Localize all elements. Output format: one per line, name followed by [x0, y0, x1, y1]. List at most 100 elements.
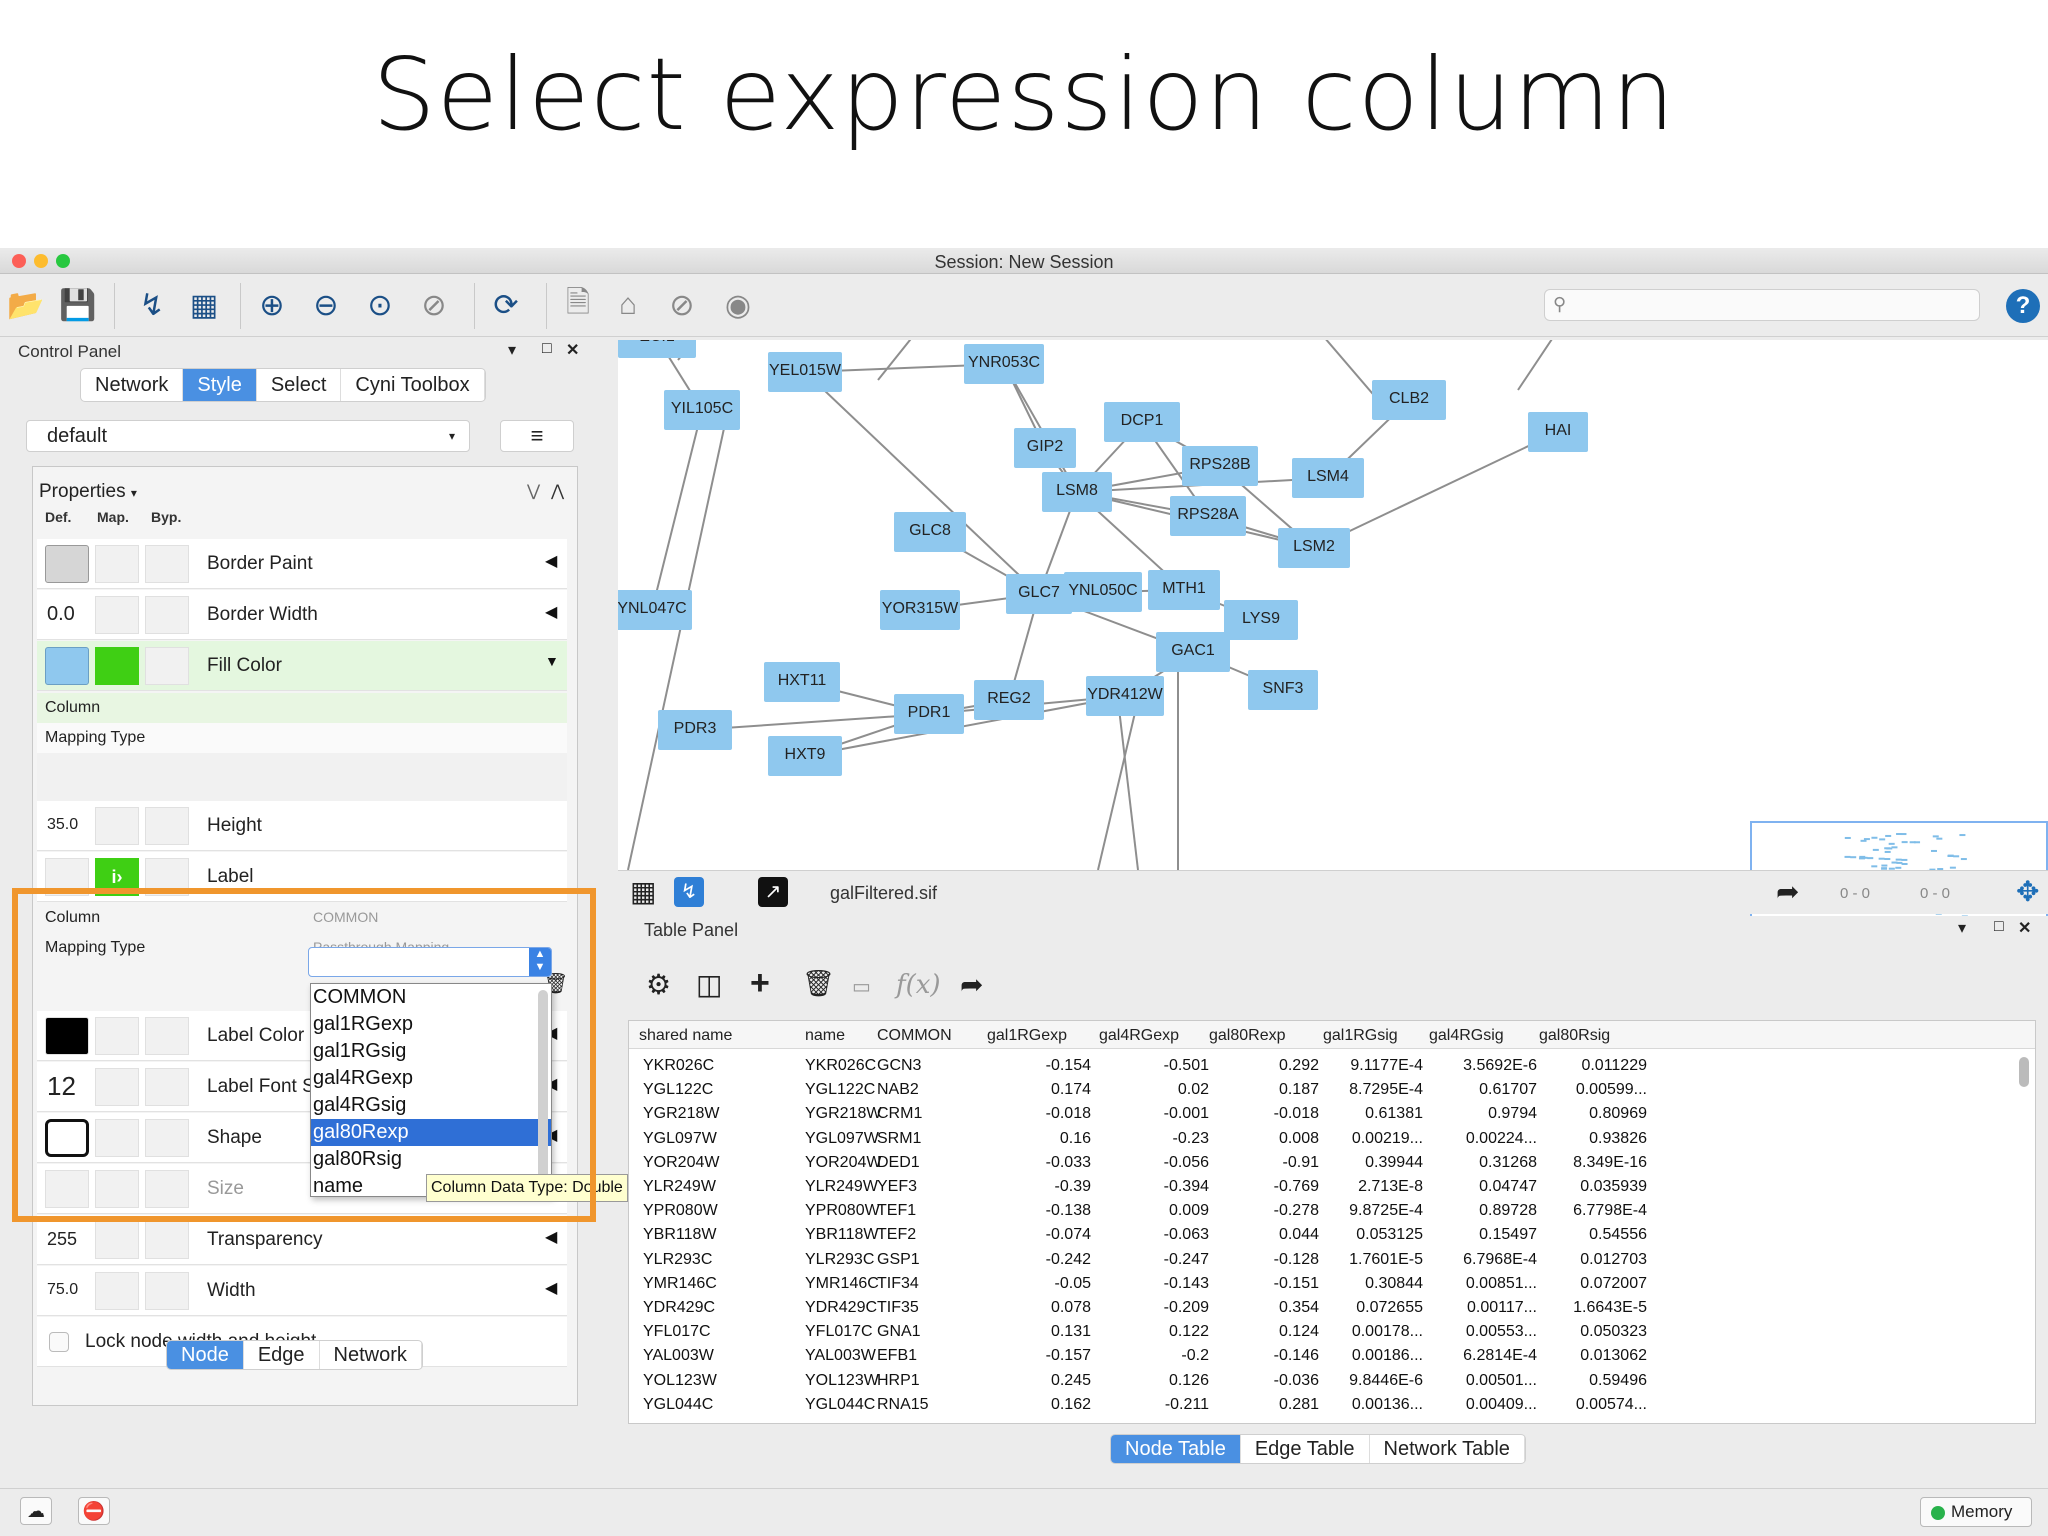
table-cell[interactable]: TEF2 — [877, 1226, 916, 1244]
table-cell[interactable]: 0.009 — [1099, 1202, 1209, 1220]
panel-menu-icon[interactable]: ▾ — [508, 340, 516, 360]
height-bypass-cell[interactable] — [145, 807, 189, 845]
table-cell[interactable]: 0.00851... — [1429, 1275, 1537, 1293]
table-cell[interactable]: 0.174 — [987, 1081, 1091, 1099]
table-row[interactable]: YBR118W YBR118W TEF2 -0.074 -0.063 0.044 0.053… — [629, 1224, 2035, 1248]
table-cell[interactable]: 0.16 — [987, 1130, 1091, 1148]
property-row-label[interactable]: i› Label — [37, 852, 567, 902]
transparency-default[interactable]: 255 — [47, 1229, 77, 1250]
table-cell[interactable]: 8.349E-16 — [1539, 1154, 1647, 1172]
save-icon[interactable]: 💾 — [56, 283, 100, 327]
table-cell[interactable]: 0.245 — [987, 1372, 1091, 1390]
label-font-size-mapping-cell[interactable] — [95, 1068, 139, 1106]
network-node[interactable]: GLC7 — [1006, 574, 1072, 614]
table-cell[interactable]: 6.7798E-4 — [1539, 1202, 1647, 1220]
shape-default-swatch[interactable] — [45, 1119, 89, 1157]
column-header[interactable]: shared name — [639, 1027, 732, 1045]
table-cell[interactable]: 3.5692E-6 — [1429, 1057, 1537, 1075]
table-cell[interactable]: 1.7601E-5 — [1323, 1251, 1423, 1269]
property-row-fill-color[interactable]: Fill Color ▼ — [37, 641, 567, 691]
network-node[interactable]: SNF3 — [1248, 670, 1318, 710]
table-cell[interactable]: 0.04747 — [1429, 1178, 1537, 1196]
table-cell[interactable]: -0.278 — [1209, 1202, 1319, 1220]
table-row[interactable]: YLR293C YLR293C GSP1 -0.242 -0.247 -0.128 1.76… — [629, 1249, 2035, 1273]
column-visibility-icon[interactable]: ◫ — [696, 968, 722, 1001]
table-cell[interactable]: YBR118W — [643, 1226, 717, 1244]
table-cell[interactable]: YAL003W — [805, 1347, 876, 1365]
new-network-icon[interactable]: 🗎 — [556, 283, 600, 327]
table-cell[interactable]: GNA1 — [877, 1323, 921, 1341]
table-cell[interactable]: 0.31268 — [1429, 1154, 1537, 1172]
property-row-transparency[interactable]: 255 Transparency ◀ — [37, 1215, 567, 1265]
network-node[interactable]: LYS9 — [1224, 600, 1298, 640]
table-cell[interactable]: 0.61381 — [1323, 1105, 1423, 1123]
table-cell[interactable]: 0.131 — [987, 1323, 1091, 1341]
panel-menu-icon[interactable]: ▾ — [1958, 918, 1966, 938]
table-cell[interactable]: YGL122C — [643, 1081, 713, 1099]
table-cell[interactable]: 6.2814E-4 — [1429, 1347, 1537, 1365]
table-cell[interactable]: -0.394 — [1099, 1178, 1209, 1196]
label-default-cell[interactable] — [45, 858, 89, 896]
table-cell[interactable]: -0.138 — [987, 1202, 1091, 1220]
float-panel-icon[interactable]: □ — [1994, 918, 2004, 936]
table-cell[interactable]: YFL017C — [805, 1323, 873, 1341]
zoom-selected-icon[interactable]: ⊘ — [412, 283, 456, 327]
table-cell[interactable]: 2.713E-8 — [1323, 1178, 1423, 1196]
table-cell[interactable]: YLR249W — [805, 1178, 878, 1196]
help-icon[interactable]: ? — [2006, 289, 2040, 323]
table-cell[interactable]: YDR429C — [805, 1299, 877, 1317]
network-node[interactable]: GIP2 — [1014, 428, 1076, 468]
table-cell[interactable]: 0.050323 — [1539, 1323, 1647, 1341]
width-bypass-cell[interactable] — [145, 1272, 189, 1310]
table-cell[interactable]: YGL044C — [805, 1396, 875, 1414]
table-cell[interactable]: YGR218W — [805, 1105, 881, 1123]
table-row[interactable]: YAL003W YAL003W EFB1 -0.157 -0.2 -0.146 0.0018… — [629, 1345, 2035, 1369]
table-cell[interactable]: YDR429C — [643, 1299, 715, 1317]
table-cell[interactable]: -0.2 — [1099, 1347, 1209, 1365]
fill-color-mapping-swatch[interactable] — [95, 647, 139, 685]
network-node[interactable]: YNL047C — [618, 590, 692, 630]
table-row[interactable]: YOR204W YOR204W DED1 -0.033 -0.056 -0.91 0.399… — [629, 1152, 2035, 1176]
table-cell[interactable]: 0.00178... — [1323, 1323, 1423, 1341]
cloud-icon[interactable]: ☁ — [20, 1497, 52, 1525]
border-width-default[interactable]: 0.0 — [47, 603, 75, 626]
property-row-border-width[interactable]: 0.0 Border Width ◀ — [37, 590, 567, 640]
tab-edge[interactable]: Edge — [244, 1341, 320, 1369]
refresh-icon[interactable]: ⟳ — [484, 283, 528, 327]
passthrough-mapping-icon[interactable]: i› — [95, 858, 139, 896]
table-cell[interactable]: YGL097W — [805, 1130, 879, 1148]
network-node[interactable]: YNR053C — [964, 344, 1044, 384]
tab-select[interactable]: Select — [257, 369, 342, 401]
link-icon[interactable]: ▭ — [852, 974, 871, 999]
column-header[interactable]: gal4RGexp — [1099, 1027, 1179, 1045]
table-row[interactable]: YGL044C YGL044C RNA15 0.162 -0.211 0.281 0.001… — [629, 1394, 2035, 1418]
tab-style[interactable]: Style — [183, 369, 257, 401]
table-cell[interactable]: 0.9794 — [1429, 1105, 1537, 1123]
import-table-icon[interactable]: ▦ — [182, 283, 226, 327]
table-cell[interactable]: YBR118W — [805, 1226, 879, 1244]
label-bypass-cell[interactable] — [145, 858, 189, 896]
tab-network-style[interactable]: Network — [320, 1341, 422, 1369]
table-cell[interactable]: YPR080W — [643, 1202, 718, 1220]
table-cell[interactable]: NAB2 — [877, 1081, 919, 1099]
table-row[interactable]: YOL123W YOL123W HRP1 0.245 0.126 -0.036 9.8446… — [629, 1370, 2035, 1394]
table-cell[interactable]: -0.209 — [1099, 1299, 1209, 1317]
network-view-icon[interactable]: ↯ — [674, 877, 704, 907]
table-cell[interactable]: -0.23 — [1099, 1130, 1209, 1148]
table-cell[interactable]: 0.078 — [987, 1299, 1091, 1317]
network-node[interactable]: PDR3 — [658, 710, 732, 750]
table-cell[interactable]: YKR026C — [643, 1057, 714, 1075]
border-paint-mapping-cell[interactable] — [95, 545, 139, 583]
table-cell[interactable]: 0.00553... — [1429, 1323, 1537, 1341]
tab-edge-table[interactable]: Edge Table — [1241, 1435, 1370, 1463]
close-panel-icon[interactable]: ✕ — [2018, 918, 2031, 938]
detach-view-icon[interactable]: ↗ — [758, 877, 788, 907]
table-cell[interactable]: YLR249W — [643, 1178, 716, 1196]
zoom-fit-icon[interactable]: ⊙ — [358, 283, 402, 327]
transparency-bypass-cell[interactable] — [145, 1221, 189, 1259]
width-mapping-cell[interactable] — [95, 1272, 139, 1310]
table-cell[interactable]: -0.033 — [987, 1154, 1091, 1172]
zoom-in-icon[interactable]: ⊕ — [250, 283, 294, 327]
float-panel-icon[interactable]: □ — [542, 340, 552, 358]
size-default-cell[interactable] — [45, 1170, 89, 1208]
